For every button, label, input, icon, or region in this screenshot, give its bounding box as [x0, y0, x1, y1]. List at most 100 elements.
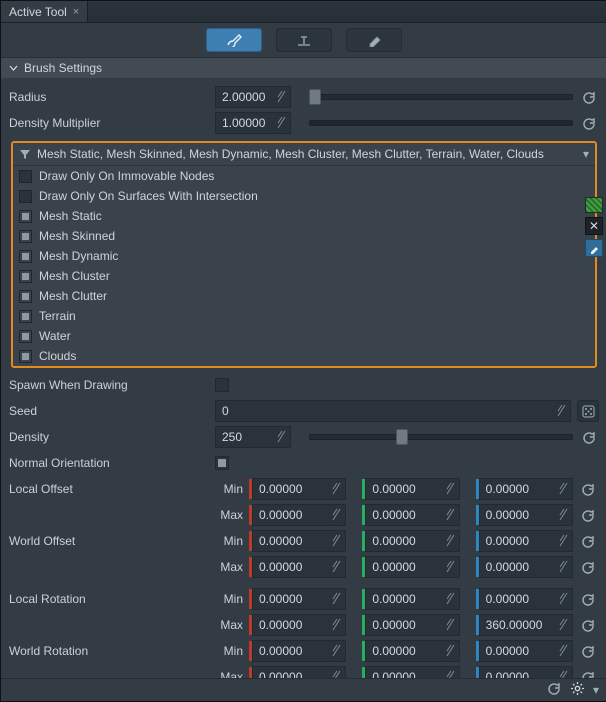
reset-button[interactable] — [579, 592, 599, 607]
drag-icon — [559, 644, 568, 657]
filter-item[interactable]: Mesh Static — [13, 206, 595, 226]
max-label: Max — [215, 560, 243, 574]
filter-item-label: Draw Only On Immovable Nodes — [39, 169, 214, 183]
seed-label: Seed — [9, 404, 209, 418]
filter-item[interactable]: Mesh Clutter — [13, 286, 595, 306]
reset-button[interactable] — [579, 508, 599, 523]
checkbox[interactable] — [19, 310, 32, 323]
filter-item-label: Water — [39, 329, 71, 343]
randomize-button[interactable] — [577, 400, 599, 422]
density-mult-input[interactable]: 1.00000 — [215, 112, 291, 134]
reset-button[interactable] — [579, 430, 599, 445]
filter-item-label: Mesh Cluster — [39, 269, 110, 283]
filter-dropdown[interactable]: Mesh Static, Mesh Skinned, Mesh Dynamic,… — [11, 141, 597, 368]
drag-icon — [332, 618, 341, 631]
vector-input[interactable]: 0.00000 — [479, 640, 573, 662]
reset-button[interactable] — [579, 644, 599, 659]
tab-active-tool[interactable]: Active Tool × — [1, 1, 88, 22]
normal-checkbox[interactable] — [215, 456, 229, 470]
close-icon[interactable]: × — [73, 6, 79, 18]
filter-item[interactable]: Water — [13, 326, 595, 346]
vector-input[interactable]: 0.00000 — [365, 588, 459, 610]
drag-icon — [559, 482, 568, 495]
brush-tool-button[interactable] — [206, 28, 262, 52]
checkbox[interactable] — [19, 250, 32, 263]
vector-input[interactable]: 0.00000 — [365, 530, 459, 552]
drag-icon — [446, 644, 455, 657]
swatch-preview — [585, 197, 603, 213]
remove-button[interactable]: ✕ — [585, 217, 603, 235]
filter-item-label: Terrain — [39, 309, 76, 323]
drag-icon — [332, 508, 341, 521]
min-label: Min — [215, 592, 243, 606]
drag-icon — [332, 534, 341, 547]
drag-icon — [332, 560, 341, 573]
seed-input[interactable]: 0 — [215, 400, 571, 422]
vector-input[interactable]: 0.00000 — [252, 640, 346, 662]
edit-button[interactable] — [585, 239, 603, 257]
drag-icon — [446, 618, 455, 631]
filter-item[interactable]: Mesh Dynamic — [13, 246, 595, 266]
vector-input[interactable]: 0.00000 — [365, 640, 459, 662]
drag-icon — [559, 508, 568, 521]
reset-button[interactable] — [579, 534, 599, 549]
density-mult-slider[interactable] — [309, 113, 573, 133]
reset-all-button[interactable] — [547, 681, 562, 699]
reset-button[interactable] — [579, 90, 599, 105]
vector-input[interactable]: 0.00000 — [365, 504, 459, 526]
filter-item[interactable]: Mesh Skinned — [13, 226, 595, 246]
chevron-down-icon[interactable]: ▾ — [593, 683, 599, 697]
world_offset-label: World Offset — [9, 534, 209, 548]
drag-icon — [559, 592, 568, 605]
filter-item[interactable]: Clouds — [13, 346, 595, 366]
reset-button[interactable] — [579, 560, 599, 575]
checkbox[interactable] — [19, 350, 32, 363]
vector-input[interactable]: 0.00000 — [479, 504, 573, 526]
checkbox[interactable] — [19, 210, 32, 223]
filter-item-label: Mesh Static — [39, 209, 102, 223]
filter-item[interactable]: Terrain — [13, 306, 595, 326]
checkbox[interactable] — [19, 170, 32, 183]
density-input[interactable]: 250 — [215, 426, 291, 448]
vector-input[interactable]: 0.00000 — [479, 530, 573, 552]
normal-label: Normal Orientation — [9, 456, 209, 470]
vector-input[interactable]: 0.00000 — [365, 614, 459, 636]
brush-settings-header[interactable]: Brush Settings — [1, 58, 606, 78]
vector-input[interactable]: 0.00000 — [252, 478, 346, 500]
checkbox[interactable] — [19, 270, 32, 283]
vector-input[interactable]: 0.00000 — [252, 614, 346, 636]
drag-icon — [446, 508, 455, 521]
checkbox[interactable] — [19, 290, 32, 303]
filter-item[interactable]: Mesh Cluster — [13, 266, 595, 286]
filter-item[interactable]: Draw Only On Immovable Nodes — [13, 166, 595, 186]
filter-summary: Mesh Static, Mesh Skinned, Mesh Dynamic,… — [37, 147, 544, 161]
reset-button[interactable] — [579, 482, 599, 497]
vector-input[interactable]: 0.00000 — [252, 556, 346, 578]
vector-input[interactable]: 0.00000 — [365, 478, 459, 500]
stamp-tool-button[interactable] — [276, 28, 332, 52]
radius-slider[interactable] — [309, 87, 573, 107]
spawn-checkbox[interactable] — [215, 378, 229, 392]
erase-tool-button[interactable] — [346, 28, 402, 52]
density-slider[interactable] — [309, 427, 573, 447]
vector-input[interactable]: 0.00000 — [365, 556, 459, 578]
filter-item-label: Draw Only On Surfaces With Intersection — [39, 189, 258, 203]
vector-input[interactable]: 0.00000 — [479, 588, 573, 610]
reset-button[interactable] — [579, 116, 599, 131]
vector-input[interactable]: 0.00000 — [252, 504, 346, 526]
filter-item[interactable]: Draw Only On Surfaces With Intersection — [13, 186, 595, 206]
settings-button[interactable] — [570, 681, 585, 699]
vector-input[interactable]: 360.00000 — [479, 614, 573, 636]
vector-input[interactable]: 0.00000 — [479, 556, 573, 578]
radius-input[interactable]: 2.00000 — [215, 86, 291, 108]
checkbox[interactable] — [19, 230, 32, 243]
checkbox[interactable] — [19, 190, 32, 203]
drag-icon — [559, 618, 568, 631]
checkbox[interactable] — [19, 330, 32, 343]
chevron-down-icon — [9, 64, 18, 73]
reset-button[interactable] — [579, 618, 599, 633]
vector-input[interactable]: 0.00000 — [252, 530, 346, 552]
vector-input[interactable]: 0.00000 — [252, 588, 346, 610]
filter-item-label: Mesh Skinned — [39, 229, 115, 243]
vector-input[interactable]: 0.00000 — [479, 478, 573, 500]
